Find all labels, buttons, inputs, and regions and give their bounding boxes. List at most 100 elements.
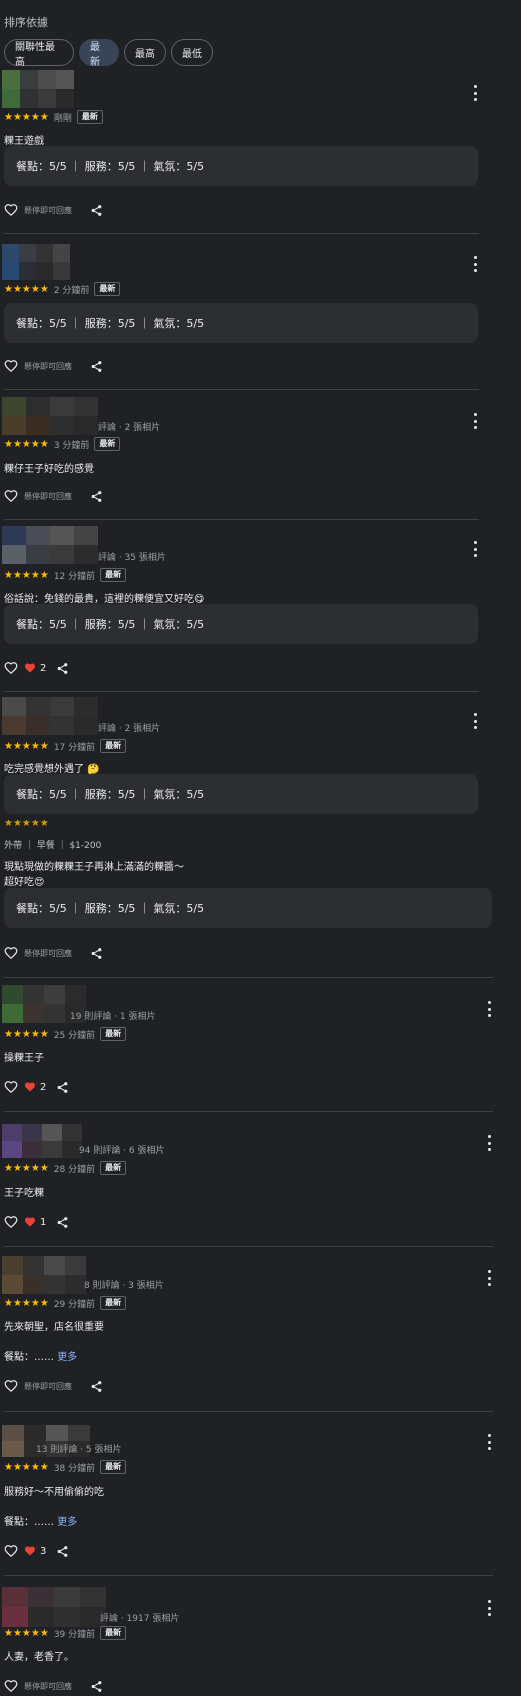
more-options-icon[interactable] bbox=[469, 256, 481, 272]
review-divider bbox=[4, 389, 479, 390]
more-options-icon[interactable] bbox=[469, 541, 481, 557]
more-options-icon[interactable] bbox=[469, 713, 481, 729]
more-link[interactable]: 更多 bbox=[57, 1352, 77, 1363]
share-icon[interactable] bbox=[90, 1680, 103, 1693]
like-icon[interactable] bbox=[4, 1379, 18, 1393]
newest-badge: 最新 bbox=[94, 437, 121, 451]
star-rating: ★★★★★ bbox=[4, 1028, 49, 1040]
review-divider bbox=[4, 1246, 493, 1247]
review-actions: 懸停即可回應 bbox=[4, 1378, 103, 1394]
review-divider bbox=[4, 691, 479, 692]
star-rating: ★★★★★ bbox=[4, 283, 49, 295]
rating-row: ★★★★★ 3 分鐘前 最新 bbox=[4, 437, 121, 451]
reviewer-meta: 評論 · 35 張相片 bbox=[98, 553, 166, 563]
reaction-count[interactable]: 3 bbox=[24, 1545, 46, 1557]
review-divider bbox=[4, 519, 479, 520]
newest-badge: 最新 bbox=[100, 1027, 127, 1041]
like-icon[interactable] bbox=[4, 1215, 18, 1229]
review-text: 粿王遊戲 bbox=[4, 136, 44, 147]
share-icon[interactable] bbox=[56, 662, 69, 675]
review-time: 17 分鐘前 bbox=[53, 742, 96, 753]
newest-badge: 最新 bbox=[100, 1460, 127, 1474]
reviewer-avatar[interactable] bbox=[2, 697, 98, 735]
review-actions: 懸停即可回應 bbox=[4, 202, 103, 218]
reviewer-avatar[interactable] bbox=[2, 70, 74, 108]
reviewer-avatar[interactable] bbox=[2, 397, 98, 435]
like-icon[interactable] bbox=[4, 1080, 18, 1094]
reviewer-meta: 19 則評論 · 1 張相片 bbox=[70, 1012, 156, 1022]
more-options-icon[interactable] bbox=[483, 1434, 495, 1450]
sort-chip-highest[interactable]: 最高 bbox=[124, 39, 166, 66]
heart-reaction-icon bbox=[25, 1082, 35, 1092]
like-icon[interactable] bbox=[4, 1544, 18, 1558]
review-text: 吃完感覺想外遇了 🤔 bbox=[4, 764, 100, 775]
review-text: 人妻，老香了。 bbox=[4, 1652, 74, 1663]
review-time: 2 分鐘前 bbox=[53, 285, 90, 296]
reviewer-avatar[interactable] bbox=[2, 1124, 82, 1158]
more-options-icon[interactable] bbox=[483, 1600, 495, 1616]
reviewer-avatar[interactable] bbox=[2, 526, 98, 564]
review-actions: 2 bbox=[4, 1079, 69, 1095]
share-icon[interactable] bbox=[56, 1216, 69, 1229]
reaction-count[interactable]: 2 bbox=[24, 662, 46, 674]
review-divider bbox=[4, 1111, 493, 1112]
review-divider bbox=[4, 1411, 493, 1412]
newest-badge: 最新 bbox=[100, 1296, 127, 1310]
reaction-count[interactable]: 1 bbox=[24, 1216, 46, 1228]
reviewer-meta: 評論 · 2 張相片 bbox=[98, 724, 161, 734]
review-details: 餐點：5/5 ｜ 服務：5/5 ｜ 氣氛：5/5 bbox=[4, 888, 492, 928]
more-link[interactable]: 更多 bbox=[57, 1517, 77, 1528]
reviewer-avatar[interactable] bbox=[2, 1256, 86, 1294]
star-rating: ★★★★★ bbox=[4, 111, 49, 123]
share-icon[interactable] bbox=[90, 360, 103, 373]
heart-reaction-icon bbox=[25, 1546, 35, 1556]
hover-reply-label: 懸停即可回應 bbox=[24, 491, 72, 501]
review-text: 服務好～不用偷偷的吃 bbox=[4, 1487, 104, 1498]
like-icon[interactable] bbox=[4, 203, 18, 217]
like-icon[interactable] bbox=[4, 489, 18, 503]
rating-row: ★★★★★ 17 分鐘前 最新 bbox=[4, 739, 127, 753]
review-actions: 3 bbox=[4, 1543, 69, 1559]
reviewer-meta: 評論 · 1917 張相片 bbox=[100, 1614, 180, 1624]
reaction-count[interactable]: 2 bbox=[24, 1081, 46, 1093]
star-rating: ★★★★★ bbox=[4, 1627, 49, 1639]
review-excerpt-text: 餐點：…… bbox=[4, 1517, 54, 1528]
review-excerpt-text: 餐點：…… bbox=[4, 1352, 54, 1363]
reviewer-avatar[interactable] bbox=[2, 1587, 106, 1627]
heart-reaction-icon bbox=[25, 1217, 35, 1227]
more-options-icon[interactable] bbox=[469, 85, 481, 101]
star-rating: ★★★★★ bbox=[4, 569, 49, 581]
hover-reply-label: 懸停即可回應 bbox=[24, 1381, 72, 1391]
sort-chip-newest[interactable]: 最新 bbox=[79, 39, 119, 68]
review-text: 粿仔王子好吃的感覺 bbox=[4, 464, 94, 475]
review-actions: 2 bbox=[4, 660, 69, 676]
like-icon[interactable] bbox=[4, 359, 18, 373]
review-text: 俗話說：免錢的最貴，這裡的粿便宜又好吃😋 bbox=[4, 594, 205, 605]
review-time: 28 分鐘前 bbox=[53, 1164, 96, 1175]
more-options-icon[interactable] bbox=[483, 1001, 495, 1017]
review-time: 剛剛 bbox=[53, 113, 72, 124]
share-icon[interactable] bbox=[90, 204, 103, 217]
review-time: 29 分鐘前 bbox=[53, 1299, 96, 1310]
reviewer-avatar[interactable] bbox=[2, 244, 70, 280]
like-icon[interactable] bbox=[4, 1679, 18, 1693]
share-icon[interactable] bbox=[90, 490, 103, 503]
share-icon[interactable] bbox=[56, 1081, 69, 1094]
like-icon[interactable] bbox=[4, 946, 18, 960]
share-icon[interactable] bbox=[90, 1380, 103, 1393]
review-time: 25 分鐘前 bbox=[53, 1030, 96, 1041]
more-options-icon[interactable] bbox=[469, 413, 481, 429]
sort-chip-lowest[interactable]: 最低 bbox=[171, 39, 213, 66]
sort-chip-relevance[interactable]: 關聯性最高 bbox=[4, 39, 74, 68]
share-icon[interactable] bbox=[56, 1545, 69, 1558]
rating-row: ★★★★★ 剛剛 最新 bbox=[4, 110, 103, 124]
more-options-icon[interactable] bbox=[483, 1270, 495, 1286]
rating-row: ★★★★★ 12 分鐘前 最新 bbox=[4, 568, 127, 582]
star-rating: ★★★★★ bbox=[4, 1297, 49, 1309]
more-options-icon[interactable] bbox=[483, 1135, 495, 1151]
review-details: 餐點：5/5 ｜ 服務：5/5 ｜ 氣氛：5/5 bbox=[4, 604, 478, 644]
heart-reaction-icon bbox=[25, 663, 35, 673]
like-icon[interactable] bbox=[4, 661, 18, 675]
share-icon[interactable] bbox=[90, 947, 103, 960]
newest-badge: 最新 bbox=[100, 1626, 127, 1640]
